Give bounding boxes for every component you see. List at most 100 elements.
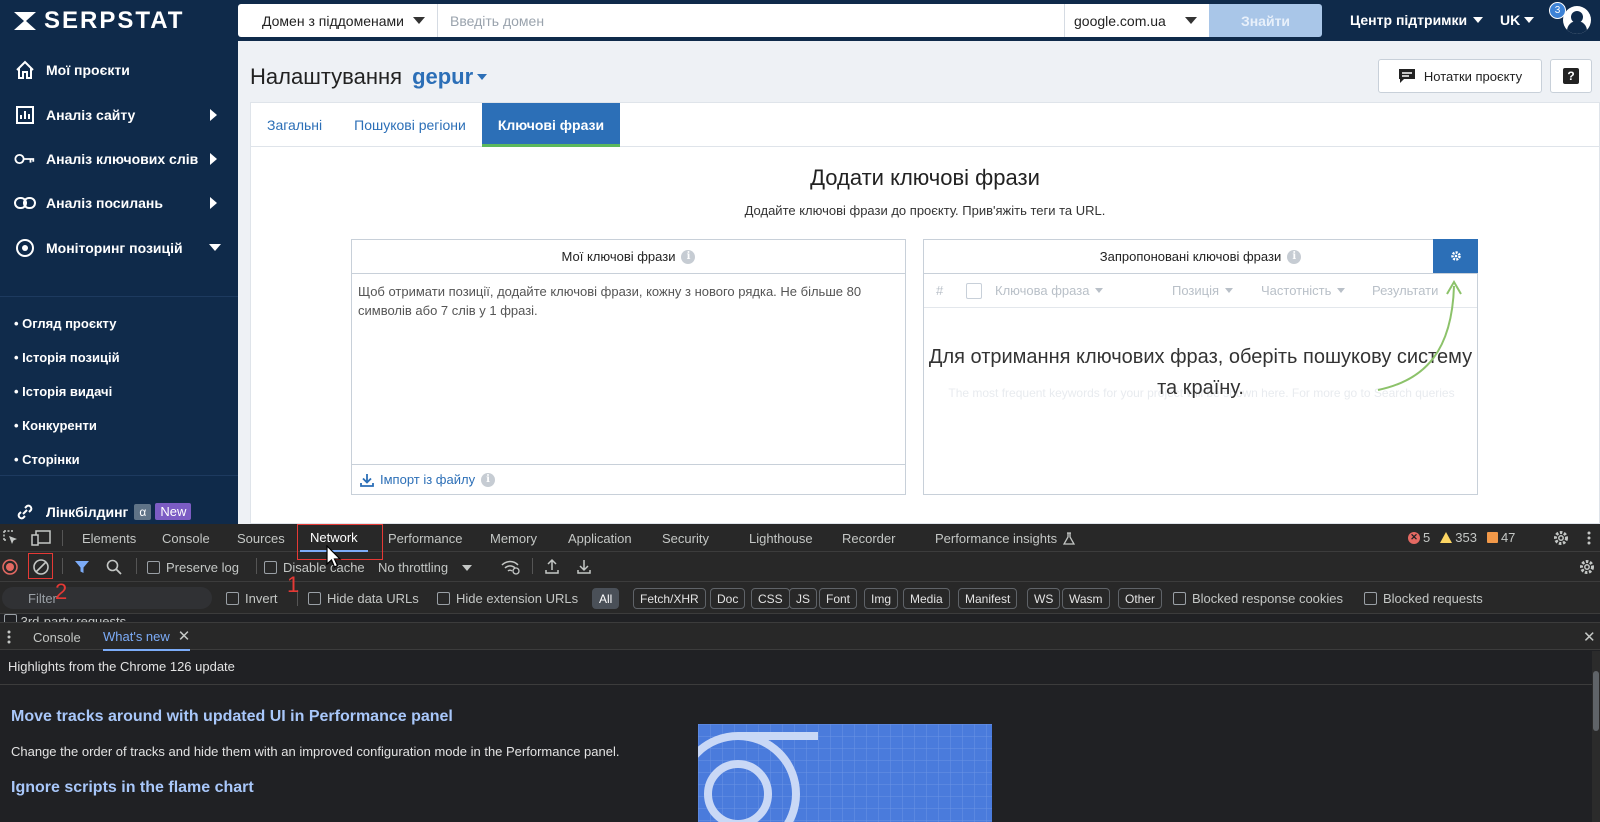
chip-js[interactable]: JS (789, 588, 818, 609)
help-button[interactable]: ? (1550, 59, 1592, 93)
blocked-cookies-checkbox[interactable]: Blocked response cookies (1173, 591, 1343, 606)
devtools-tab-application[interactable]: Application (568, 524, 632, 552)
import-from-file-link[interactable]: Імпорт із файлу i (352, 464, 905, 494)
select-all-checkbox[interactable] (966, 282, 982, 299)
hide-extension-urls-checkbox[interactable]: Hide extension URLs (437, 591, 578, 606)
submenu-item-competitors[interactable]: Конкуренти (14, 418, 97, 433)
checkbox[interactable] (1173, 592, 1186, 605)
devtools-tab-memory[interactable]: Memory (490, 524, 537, 552)
checkbox[interactable] (1364, 592, 1377, 605)
third-party-requests-checkbox[interactable]: 3rd-party requests (4, 614, 404, 622)
chip-css[interactable]: CSS (751, 588, 790, 609)
blocked-requests-checkbox[interactable]: Blocked requests (1364, 591, 1483, 606)
devtools-tab-performance[interactable]: Performance (388, 524, 462, 552)
suggested-settings-button[interactable] (1433, 239, 1478, 273)
tab-search-regions[interactable]: Пошукові регіони (338, 103, 482, 147)
top-bar: SERPSTAT Домен з піддоменами google.com.… (0, 0, 1600, 41)
tab-keywords[interactable]: Ключові фрази (481, 103, 621, 147)
checkbox[interactable] (308, 592, 321, 605)
issue-counters[interactable]: ✕ 5 353 47 (1408, 530, 1515, 545)
sidebar-item-projects[interactable]: Мої проєкти (0, 47, 238, 92)
page-title: Налаштування gepur (250, 64, 488, 90)
language-menu[interactable]: UK (1500, 12, 1535, 28)
checkbox[interactable] (264, 561, 277, 574)
search-icon[interactable] (106, 559, 122, 575)
submenu-item-pages[interactable]: Сторінки (14, 452, 79, 467)
col-keyword[interactable]: Ключова фраза (995, 283, 1104, 298)
scrollbar-thumb[interactable] (1593, 671, 1599, 731)
chip-fetch-xhr[interactable]: Fetch/XHR (633, 588, 706, 609)
article-title[interactable]: Move tracks around with updated UI in Pe… (11, 708, 453, 726)
submenu-item-serp-history[interactable]: Історія видачі (14, 384, 112, 399)
sidebar-item-link-analysis[interactable]: Аналіз посилань (0, 180, 238, 225)
sidebar-item-keyword-analysis[interactable]: Аналіз ключових слів (0, 136, 238, 181)
article-title[interactable]: Ignore scripts in the flame chart (11, 779, 254, 797)
network-settings-icon[interactable] (1578, 558, 1596, 576)
col-position[interactable]: Позиція (1172, 283, 1234, 298)
sidebar-item-rank-tracking[interactable]: Моніторинг позицій (0, 225, 238, 270)
devtools-tab-security[interactable]: Security (662, 524, 709, 552)
find-button[interactable]: Знайти (1209, 4, 1322, 37)
serpstat-logo[interactable]: SERPSTAT (12, 7, 184, 34)
throttling-select[interactable]: No throttling (378, 560, 473, 575)
devtools-tab-lighthouse[interactable]: Lighthouse (749, 524, 813, 552)
checkbox[interactable] (966, 282, 982, 299)
close-icon[interactable]: ✕ (178, 627, 191, 645)
tab-general[interactable]: Загальні (251, 103, 338, 147)
avatar[interactable] (1563, 6, 1591, 34)
filter-input[interactable] (2, 587, 212, 609)
devtools-tab-performance-insights[interactable]: Performance insights (935, 524, 1076, 552)
checkbox[interactable] (147, 561, 160, 574)
device-toolbar-icon[interactable] (31, 530, 51, 546)
col-frequency[interactable]: Частотність (1261, 283, 1346, 298)
more-vertical-icon[interactable] (1586, 530, 1592, 546)
devtools-tab-console[interactable]: Console (162, 524, 210, 552)
close-drawer-icon[interactable]: ✕ (1583, 628, 1596, 646)
keywords-textarea[interactable] (352, 274, 905, 464)
invert-checkbox[interactable]: Invert (226, 591, 278, 606)
devtools-tab-sources[interactable]: Sources (237, 524, 285, 552)
chip-doc[interactable]: Doc (710, 588, 746, 609)
project-notes-button[interactable]: Нотатки проєкту (1378, 59, 1542, 93)
devtools-tab-elements[interactable]: Elements (82, 524, 136, 552)
upload-icon[interactable] (544, 558, 560, 575)
drawer-tab-console[interactable]: Console (33, 623, 81, 651)
chip-manifest[interactable]: Manifest (958, 588, 1018, 609)
checkbox[interactable] (437, 592, 450, 605)
chip-wasm[interactable]: Wasm (1062, 588, 1110, 609)
chip-other[interactable]: Other (1118, 588, 1163, 609)
checkbox[interactable] (226, 592, 239, 605)
settings-gear-icon[interactable] (1552, 529, 1570, 547)
download-icon[interactable] (576, 558, 592, 575)
inspect-icon[interactable] (3, 530, 19, 546)
logo-icon (14, 12, 36, 30)
record-icon[interactable] (2, 559, 18, 575)
drawer-scrollbar[interactable] (1592, 651, 1600, 822)
checkbox[interactable] (4, 614, 17, 622)
more-vertical-icon[interactable] (6, 629, 12, 645)
scope-select[interactable]: Домен з піддоменами (238, 4, 438, 37)
chip-img[interactable]: Img (864, 588, 899, 609)
preserve-log-checkbox[interactable]: Preserve log (147, 560, 239, 575)
submenu-item-positions-history[interactable]: Історія позицій (14, 350, 119, 365)
info-icon[interactable]: i (681, 249, 696, 264)
chip-ws[interactable]: WS (1027, 588, 1061, 609)
submenu-item-overview[interactable]: Огляд проєкту (14, 316, 116, 331)
sidebar-item-site-analysis[interactable]: Аналіз сайту (0, 92, 238, 137)
chip-media[interactable]: Media (903, 588, 950, 609)
info-icon[interactable]: i (1287, 249, 1302, 264)
disable-cache-checkbox[interactable]: Disable cache (264, 560, 365, 575)
project-selector[interactable]: gepur (412, 64, 488, 90)
info-icon[interactable]: i (481, 472, 496, 487)
drawer-tab-whats-new[interactable]: What's new ✕ (103, 623, 191, 651)
devtools-tab-recorder[interactable]: Recorder (842, 524, 895, 552)
network-conditions-icon[interactable] (500, 559, 520, 575)
notification-badge[interactable]: 3 (1549, 2, 1566, 19)
domain-input[interactable] (438, 4, 1064, 37)
search-engine-select[interactable]: google.com.ua (1064, 4, 1209, 37)
chip-font[interactable]: Font (819, 588, 858, 609)
filter-icon[interactable] (74, 559, 90, 575)
support-center-menu[interactable]: Центр підтримки (1350, 12, 1484, 28)
chip-all[interactable]: All (592, 588, 620, 609)
hide-data-urls-checkbox[interactable]: Hide data URLs (308, 591, 419, 606)
